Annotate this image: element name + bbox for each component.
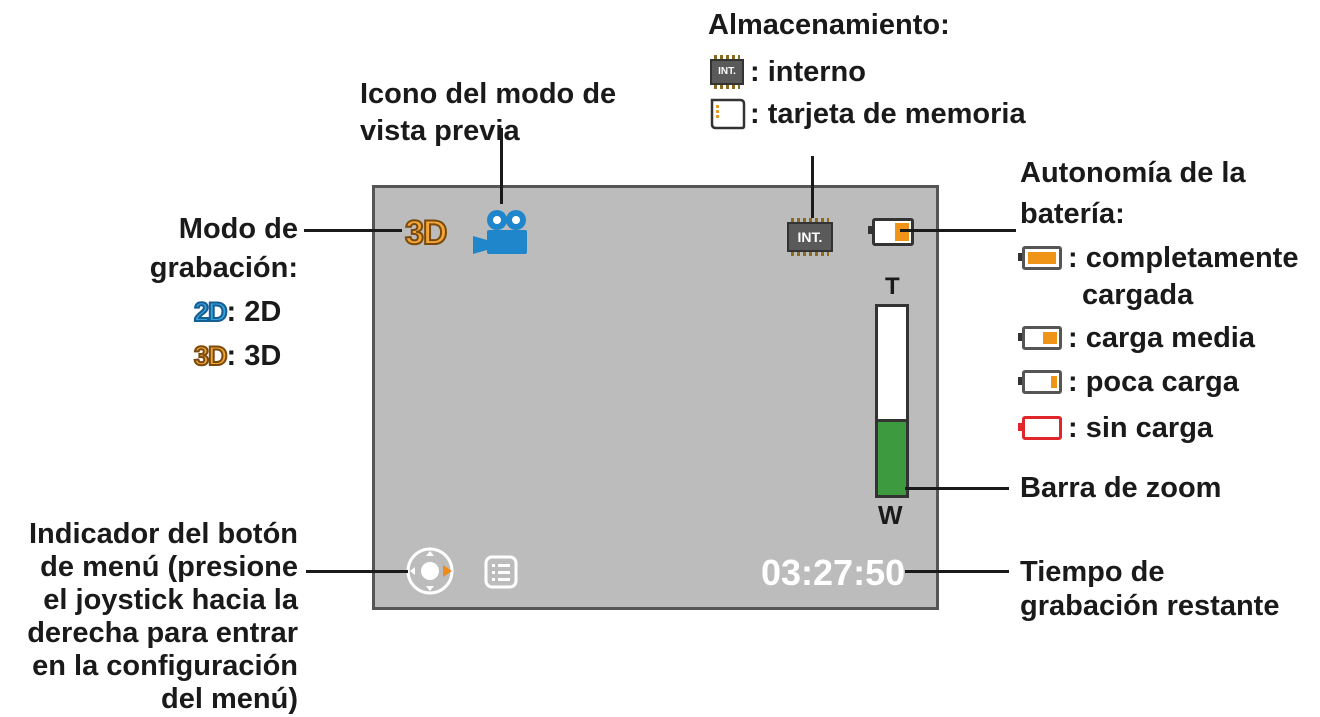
recording-mode-label-1: Modo de (178, 213, 298, 245)
storage-internal-label: : interno (750, 56, 866, 88)
battery-full-label-1: : completamente (1068, 242, 1299, 274)
leader-line-time (905, 570, 1009, 573)
menu-list-icon (484, 555, 518, 589)
menu-indicator-line-2: de menú (presione (40, 551, 298, 583)
battery-empty-label: : sin carga (1068, 412, 1214, 444)
zoom-bar-fill (878, 419, 906, 495)
preview-mode-label-2: vista previa (360, 115, 520, 147)
remaining-time: 03:27:50 (761, 552, 906, 593)
zoom-bar-label: Barra de zoom (1020, 472, 1222, 504)
time-label-2: grabación restante (1020, 590, 1280, 622)
mode-2d-icon: 2D (193, 296, 228, 328)
leader-line-battery (900, 229, 1016, 232)
battery-medium-icon (868, 218, 914, 246)
zoom-bar (875, 304, 909, 498)
leader-line-menu (306, 570, 408, 573)
internal-chip-icon: INT. (710, 55, 744, 89)
battery-full-icon (1018, 246, 1062, 270)
recording-mode-label-2: grabación: (149, 252, 298, 284)
storage-internal-row: INT. : interno (710, 54, 866, 90)
battery-full-row: : completamente (1018, 240, 1299, 276)
recording-mode-3d-badge: 3D (404, 213, 449, 253)
battery-empty-row: : sin carga (1018, 410, 1214, 446)
internal-storage-chip-icon: INT. (787, 218, 833, 256)
legend-3d-row: 3D : 3D (193, 338, 282, 374)
battery-low-row: : poca carga (1018, 364, 1239, 400)
video-camera-icon (473, 210, 527, 254)
battery-low-icon (1018, 370, 1062, 394)
battery-medium-legend-icon (1018, 326, 1062, 350)
zoom-tele-label: T (885, 273, 900, 300)
leader-line-zoom (905, 487, 1009, 490)
menu-indicator-line-4: derecha para entrar (27, 617, 298, 649)
menu-indicator-line-6: del menú) (161, 683, 298, 715)
battery-full-label-2: cargada (1082, 279, 1194, 311)
battery-title-2: batería: (1020, 198, 1125, 230)
preview-mode-label-1: Icono del modo de (360, 78, 617, 110)
menu-indicator-line-3: el joystick hacia la (43, 584, 298, 616)
camera-screen: 3D INT. T W 03:27:50 (372, 185, 939, 610)
menu-indicator-line-1: Indicador del botón (28, 518, 298, 550)
leader-line-mode (304, 229, 402, 232)
mode-3d-icon: 3D (193, 340, 228, 372)
mode-2d-value: : 2D (226, 296, 282, 328)
battery-medium-row: : carga media (1018, 320, 1255, 356)
mode-3d-value: : 3D (226, 340, 282, 372)
storage-card-row: : tarjeta de memoria (710, 96, 1026, 132)
leader-line-storage (811, 156, 814, 218)
battery-medium-label: : carga media (1068, 322, 1255, 354)
storage-card-label: : tarjeta de memoria (750, 98, 1026, 130)
menu-indicator-line-5: en la configuración (32, 650, 298, 682)
joystick-icon (406, 547, 454, 595)
battery-empty-icon (1018, 416, 1062, 440)
battery-low-label: : poca carga (1068, 366, 1239, 398)
zoom-wide-label: W (878, 500, 903, 530)
memory-card-icon (710, 98, 746, 130)
battery-title-1: Autonomía de la (1020, 157, 1246, 189)
storage-title: Almacenamiento: (708, 9, 950, 41)
time-label-1: Tiempo de (1020, 556, 1165, 588)
legend-2d-row: 2D : 2D (193, 294, 282, 330)
